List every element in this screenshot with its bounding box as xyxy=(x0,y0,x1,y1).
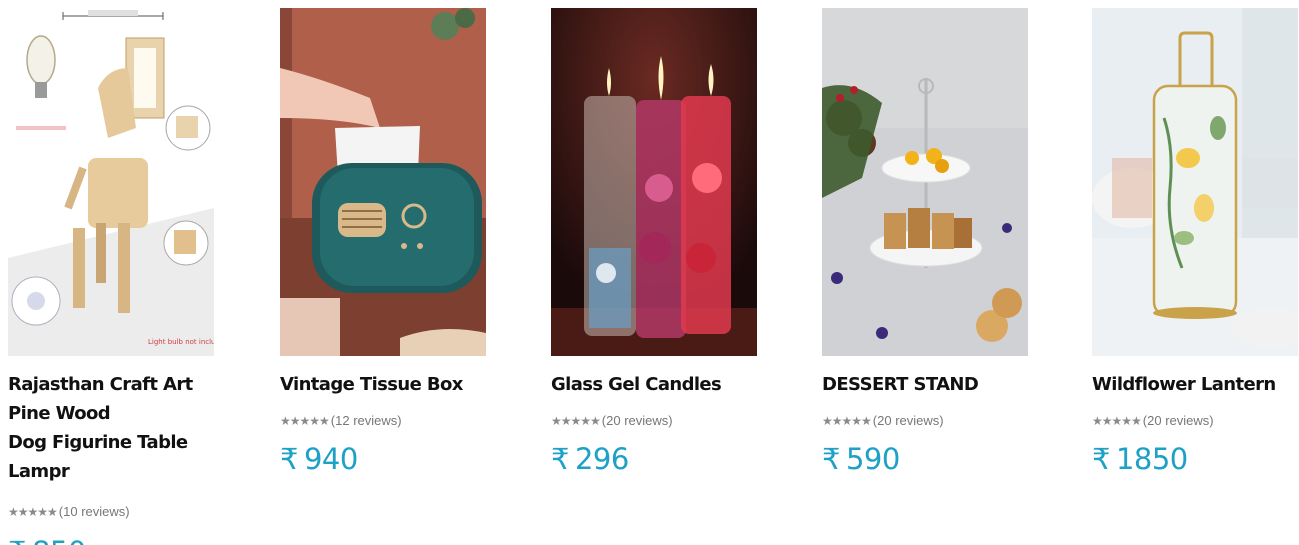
product-price: ₹940 xyxy=(280,442,488,476)
product-title[interactable]: Vintage Tissue Box xyxy=(280,370,488,399)
product-card[interactable]: Light bulb not included Rajasthan Craft … xyxy=(8,8,216,545)
product-title[interactable]: Rajasthan Craft Art Pine Wood Dog Figuri… xyxy=(8,370,216,486)
star-rating-icon: ★★★★★ xyxy=(8,504,58,519)
product-image-tissue-box[interactable] xyxy=(280,8,486,356)
product-image-lamp[interactable]: Light bulb not included xyxy=(8,8,214,356)
product-rating: ★★★★★ (20 reviews) xyxy=(1092,413,1299,428)
product-image-lantern[interactable] xyxy=(1092,8,1298,356)
product-title[interactable]: Wildflower Lantern xyxy=(1092,370,1299,399)
star-rating-icon: ★★★★★ xyxy=(551,413,601,428)
rupee-symbol: ₹ xyxy=(8,535,26,545)
price-value: 296 xyxy=(574,442,629,476)
product-rating: ★★★★★ (20 reviews) xyxy=(551,413,759,428)
price-value: 590 xyxy=(845,442,900,476)
product-image-dessert-stand[interactable] xyxy=(822,8,1028,356)
star-rating-icon: ★★★★★ xyxy=(822,413,872,428)
rupee-symbol: ₹ xyxy=(822,442,840,476)
price-value: 940 xyxy=(303,442,358,476)
review-count: (20 reviews) xyxy=(1142,413,1214,428)
review-count: (10 reviews) xyxy=(58,504,130,519)
product-card[interactable]: DESSERT STAND ★★★★★ (20 reviews) ₹590 xyxy=(822,8,1030,476)
star-rating-icon: ★★★★★ xyxy=(1092,413,1142,428)
product-card[interactable]: Wildflower Lantern ★★★★★ (20 reviews) ₹1… xyxy=(1092,8,1299,476)
product-grid: Light bulb not included Rajasthan Craft … xyxy=(0,0,1299,545)
lamp-image-note: Light bulb not included xyxy=(148,338,214,346)
price-value: 1850 xyxy=(1115,442,1188,476)
product-rating: ★★★★★ (20 reviews) xyxy=(822,413,1030,428)
product-rating: ★★★★★ (12 reviews) xyxy=(280,413,488,428)
review-count: (20 reviews) xyxy=(872,413,944,428)
product-card[interactable]: Vintage Tissue Box ★★★★★ (12 reviews) ₹9… xyxy=(280,8,488,476)
product-price: ₹850 xyxy=(8,535,216,545)
product-card[interactable]: Glass Gel Candles ★★★★★ (20 reviews) ₹29… xyxy=(551,8,759,476)
rupee-symbol: ₹ xyxy=(280,442,298,476)
product-image-gel-candles[interactable] xyxy=(551,8,757,356)
rupee-symbol: ₹ xyxy=(551,442,569,476)
product-price: ₹1850 xyxy=(1092,442,1299,476)
star-rating-icon: ★★★★★ xyxy=(280,413,330,428)
product-price: ₹296 xyxy=(551,442,759,476)
product-title[interactable]: DESSERT STAND xyxy=(822,370,1030,399)
review-count: (12 reviews) xyxy=(330,413,402,428)
product-rating: ★★★★★ (10 reviews) xyxy=(8,504,216,519)
product-price: ₹590 xyxy=(822,442,1030,476)
price-value: 850 xyxy=(32,535,86,545)
product-title[interactable]: Glass Gel Candles xyxy=(551,370,759,399)
rupee-symbol: ₹ xyxy=(1092,442,1110,476)
review-count: (20 reviews) xyxy=(601,413,673,428)
